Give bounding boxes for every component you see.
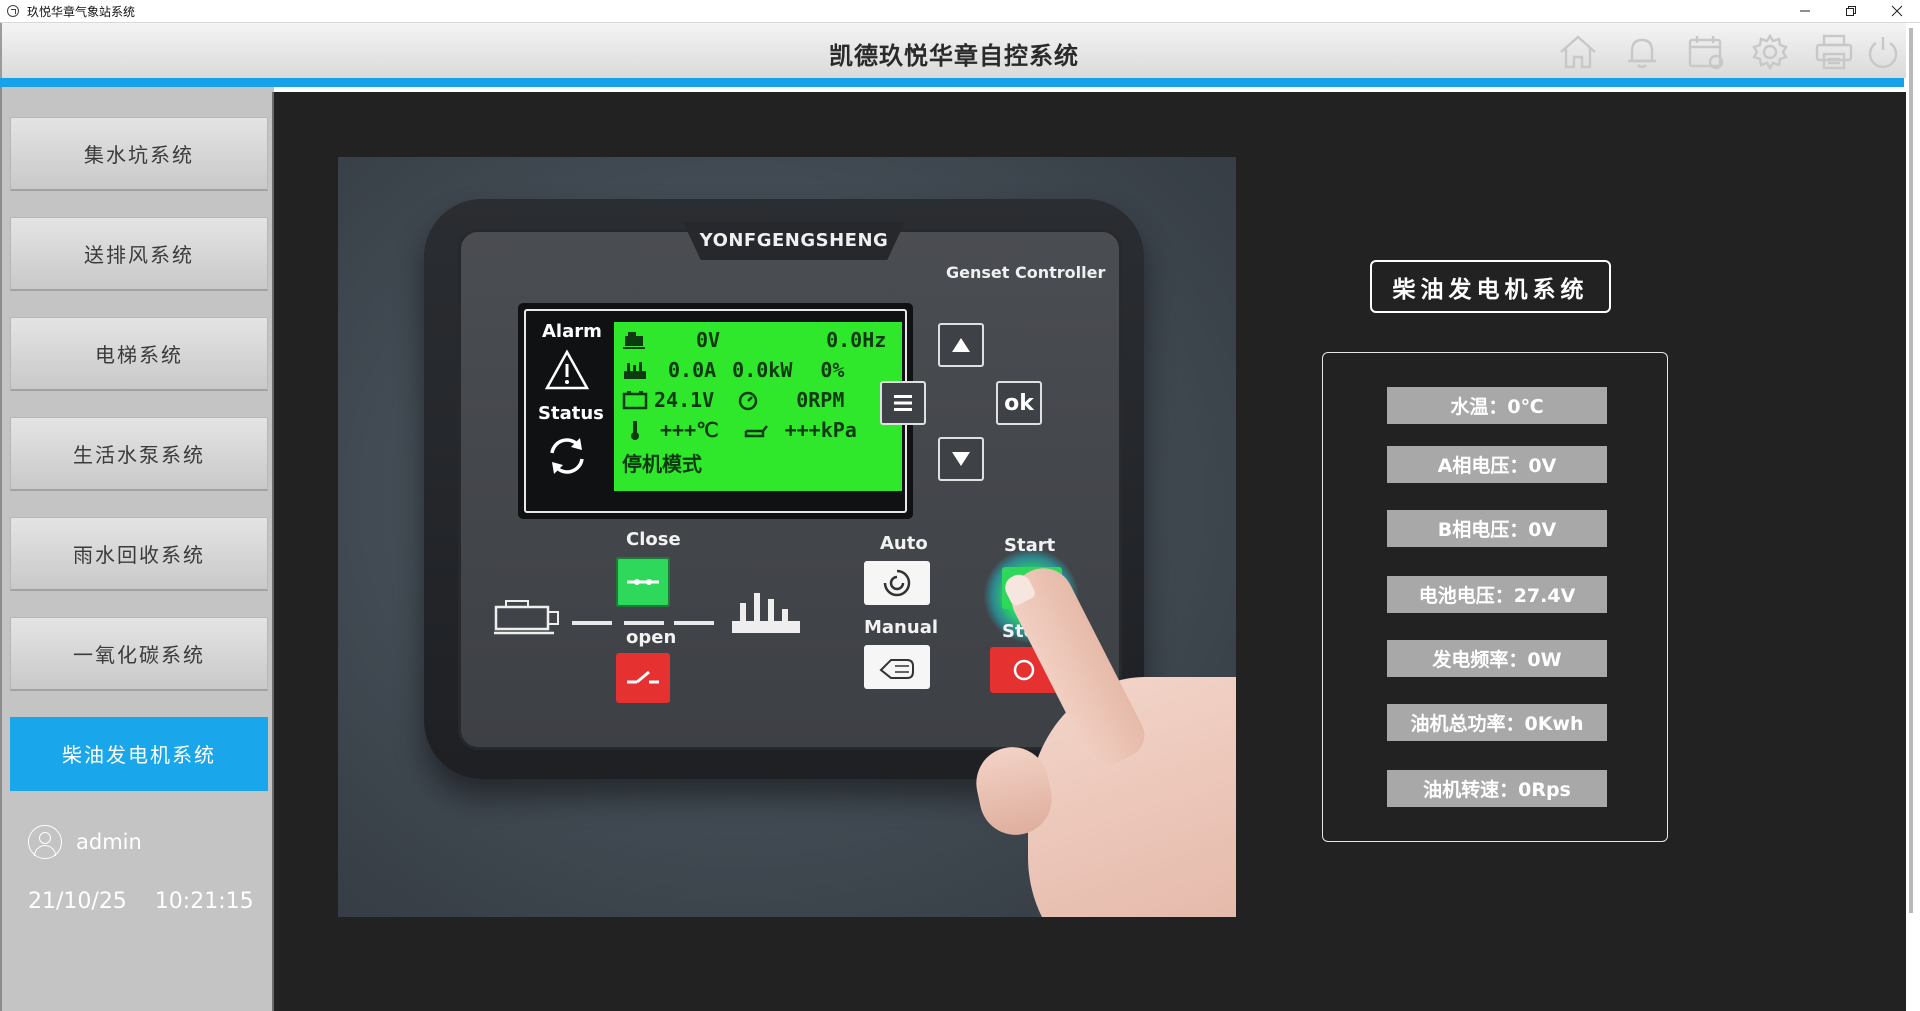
printer-icon — [1815, 34, 1853, 70]
reading-battery-voltage: 电池电压：27.4V — [1387, 576, 1607, 613]
home-icon — [1560, 35, 1596, 69]
status-label: Status — [538, 403, 604, 424]
current-time: 10:21:15 — [154, 889, 254, 914]
menu-key — [880, 381, 926, 425]
datetime: 21/10/25 10:21:15 — [28, 889, 254, 914]
sidebar-item-ventilation[interactable]: 送排风系统 — [10, 217, 268, 291]
window-title: 玖悦华章气象站系统 — [27, 4, 136, 19]
sidebar-item-rainwater[interactable]: 雨水回收系统 — [10, 517, 268, 591]
lcd-voltage: 0V — [696, 328, 721, 352]
sidebar-item-water-pump[interactable]: 生活水泵系统 — [10, 417, 268, 491]
breaker-closed-icon — [627, 579, 659, 585]
home-button[interactable] — [1546, 32, 1610, 72]
auto-mode-button — [864, 561, 930, 605]
manual-mode-button — [864, 645, 930, 689]
warning-icon — [544, 349, 590, 390]
auto-mode-icon — [883, 569, 911, 597]
load-icon — [624, 362, 646, 379]
breaker-open-icon — [627, 670, 659, 684]
refresh-icon — [550, 438, 584, 474]
line-segment — [624, 621, 664, 625]
print-button[interactable] — [1802, 32, 1866, 72]
system-title-badge: 柴油发电机系统 — [1370, 260, 1611, 313]
reading-generation-frequency: 发电频率：0W — [1387, 640, 1607, 677]
up-key — [938, 323, 984, 367]
username: admin — [76, 830, 142, 854]
lcd-current: 0.0A — [668, 358, 717, 382]
hand-icon — [879, 659, 914, 679]
close-label: Close — [626, 529, 681, 550]
calendar-icon — [1688, 36, 1724, 70]
menu-icon — [894, 395, 912, 411]
close-icon — [1891, 5, 1903, 17]
header-accent-bar — [0, 78, 1904, 87]
lcd-rpm: 0RPM — [796, 388, 845, 412]
sidebar-item-carbon-monoxide[interactable]: 一氧化碳系统 — [10, 617, 268, 691]
reading-engine-speed: 油机转速：0Rps — [1387, 770, 1607, 807]
restore-button[interactable] — [1828, 0, 1874, 22]
arrow-down-icon — [952, 452, 970, 466]
down-key — [938, 437, 984, 481]
sidebar-item-elevator[interactable]: 电梯系统 — [10, 317, 268, 391]
window-controls — [1782, 0, 1920, 22]
sidebar-item-diesel-generator[interactable]: 柴油发电机系统 — [10, 717, 268, 791]
line-segment — [674, 621, 714, 625]
power-button[interactable] — [1866, 32, 1906, 72]
lcd-pressure: +++kPa — [784, 418, 857, 442]
brand-label: YONFGENGSHENG — [699, 230, 889, 251]
alarm-button[interactable] — [1610, 32, 1674, 72]
app-icon — [7, 5, 19, 17]
reading-total-power: 油机总功率：0Kwh — [1387, 704, 1607, 741]
stop-circle-icon — [1013, 659, 1035, 681]
header-toolbar — [1546, 32, 1906, 72]
settings-button[interactable] — [1738, 32, 1802, 72]
lcd-frequency: 0.0Hz — [826, 328, 887, 352]
user-icon — [28, 825, 62, 859]
reading-phase-b-voltage: B相电压：0V — [1387, 510, 1607, 547]
minimize-button[interactable] — [1782, 0, 1828, 22]
open-breaker-button — [616, 653, 670, 703]
app-header: 凯德玖悦华章自控系统 — [0, 23, 1906, 78]
sidebar: 集水坑系统 送排风系统 电梯系统 生活水泵系统 雨水回收系统 一氧化碳系统 柴油… — [0, 87, 274, 1011]
ok-key: ok — [996, 381, 1042, 425]
current-date: 21/10/25 — [28, 889, 127, 914]
user-info: admin — [28, 825, 142, 859]
minimize-icon — [1800, 10, 1810, 12]
power-icon — [1868, 37, 1898, 69]
auto-label: Auto — [880, 533, 928, 554]
lcd-mode: 停机模式 — [622, 451, 702, 476]
lcd-percent: 0% — [820, 358, 845, 382]
lcd-screen: 0V 0.0Hz 0.0A 0.0kW 0% 24.1V 0RPM +++℃ +… — [614, 322, 902, 491]
battery-icon — [622, 391, 648, 410]
scrollbar-thumb[interactable] — [1909, 28, 1913, 913]
gear-icon — [1752, 33, 1788, 71]
manual-label: Manual — [864, 617, 939, 638]
open-label: open — [626, 627, 677, 648]
os-title-bar: 玖悦华章气象站系统 — [0, 0, 1920, 23]
genset-symbol-icon — [494, 600, 559, 635]
restore-icon — [1846, 6, 1856, 16]
lcd-power: 0.0kW — [732, 358, 793, 382]
start-label: Start — [1004, 535, 1056, 556]
sidebar-item-sump[interactable]: 集水坑系统 — [10, 117, 268, 191]
alarm-label: Alarm — [542, 321, 602, 342]
model-label: Genset Controller — [946, 263, 1106, 282]
reading-water-temperature: 水温：0℃ — [1387, 387, 1607, 424]
engine-speed-icon — [738, 391, 758, 411]
lcd-battery: 24.1V — [654, 388, 715, 412]
bell-icon — [1628, 38, 1656, 69]
close-breaker-button — [616, 557, 670, 607]
temperature-icon — [631, 421, 639, 440]
oil-pressure-icon — [744, 425, 768, 438]
close-button[interactable] — [1874, 0, 1920, 22]
arrow-up-icon — [952, 338, 970, 352]
line-segment — [572, 621, 612, 625]
genset-controller-image: YONFGENGSHENG Genset Controller Alarm St… — [338, 157, 1236, 917]
generator-icon — [623, 332, 645, 349]
load-factory-icon — [732, 593, 800, 633]
calendar-button[interactable] — [1674, 32, 1738, 72]
lcd-temperature: +++℃ — [660, 418, 719, 442]
reading-phase-a-voltage: A相电压：0V — [1387, 446, 1607, 483]
